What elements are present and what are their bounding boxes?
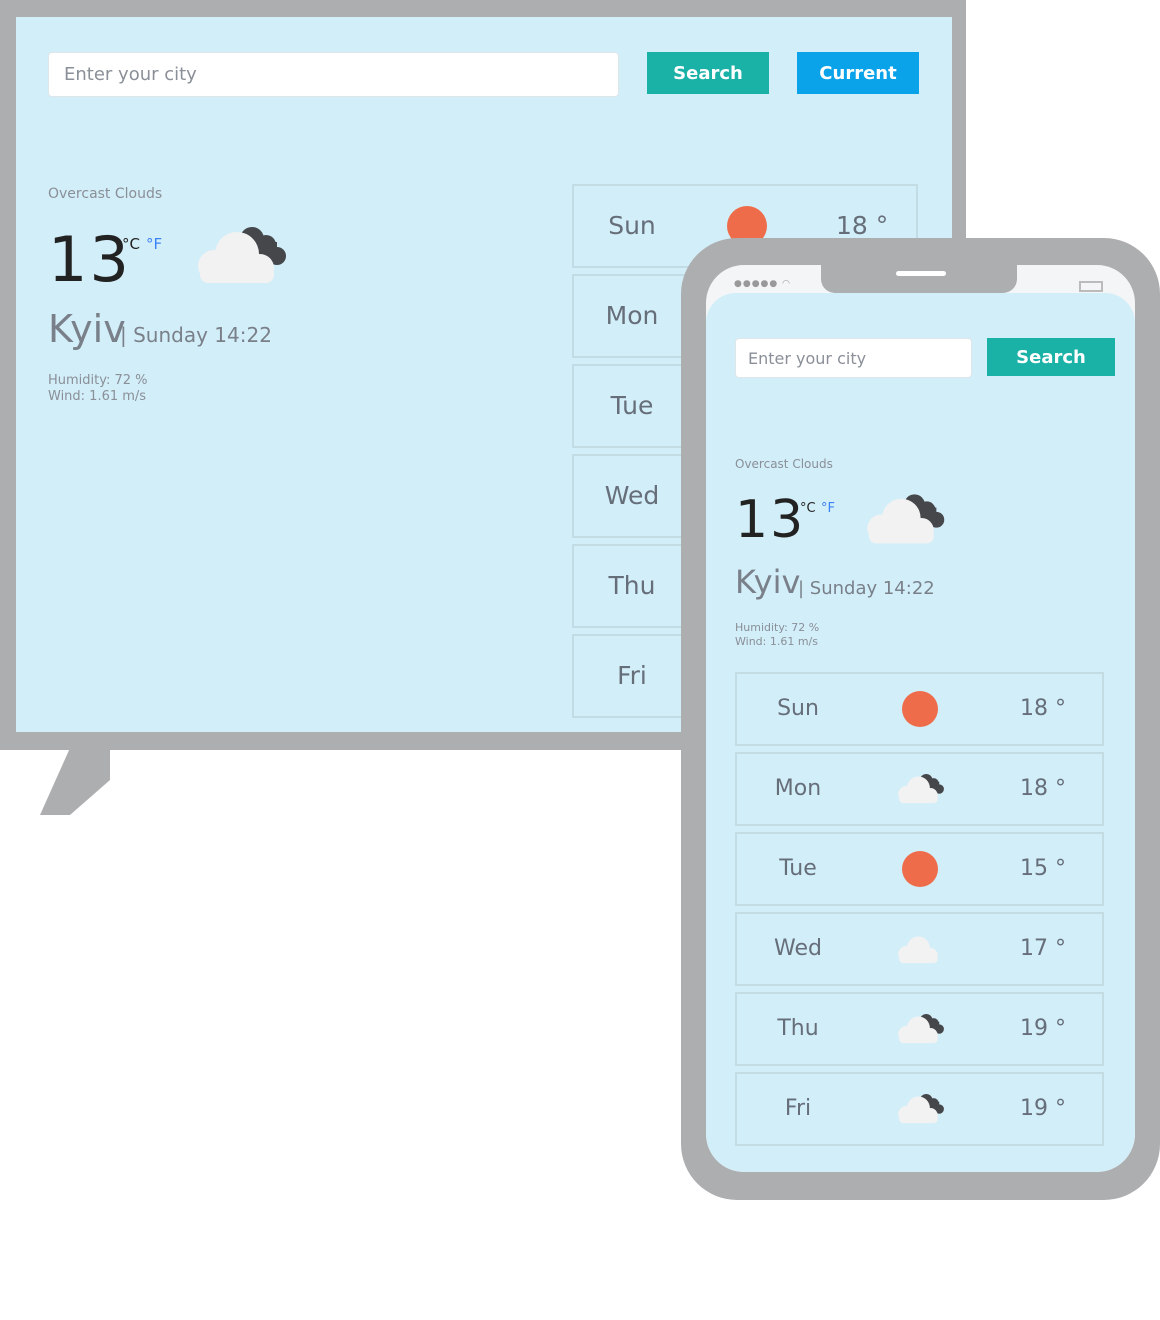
forecast-day: Thu (777, 1015, 819, 1041)
forecast-temp: 15 ° (1020, 855, 1066, 881)
weather-description: Overcast Clouds (735, 457, 833, 471)
fahrenheit-toggle[interactable]: °F (146, 235, 162, 253)
city-name: Kyiv (48, 307, 126, 351)
cloud-icon (894, 931, 946, 965)
search-placeholder: Enter your city (64, 64, 197, 85)
current-temperature: 13 (48, 223, 131, 296)
forecast-day: Wed (604, 480, 660, 510)
forecast-row-thu: Thu 19 ° (735, 992, 1104, 1066)
current-temperature: 13 (735, 490, 806, 550)
search-button[interactable]: Search (647, 52, 769, 94)
forecast-day: Mon (605, 300, 659, 330)
forecast-temp: 19 ° (1020, 1015, 1066, 1041)
signal-icon: ●●●●● ◠ (734, 279, 791, 289)
city-search-input[interactable]: Enter your city (735, 338, 972, 378)
sun-icon (902, 851, 938, 887)
search-button[interactable]: Search (987, 338, 1115, 376)
broken-clouds-icon (894, 1091, 946, 1125)
forecast-day: Wed (774, 935, 822, 961)
humidity: Humidity: 72 % (735, 621, 820, 634)
city-search-input[interactable]: Enter your city (48, 52, 619, 97)
forecast-day: Fri (784, 1095, 812, 1121)
forecast-temp: 17 ° (1020, 935, 1066, 961)
broken-clouds-icon (894, 1011, 946, 1045)
battery-icon (1079, 281, 1103, 292)
forecast-day: Tue (610, 390, 654, 420)
search-placeholder: Enter your city (748, 348, 867, 368)
forecast-day: Mon (774, 775, 822, 801)
mobile-phone: ●●●●● ◠ Enter your city Search Overcast … (681, 238, 1160, 1200)
broken-clouds-icon (190, 222, 290, 286)
weather-details: Humidity: 72 % Wind: 1.61 m/s (48, 373, 148, 406)
forecast-day: Sun (777, 695, 819, 721)
forecast-day: Thu (608, 570, 656, 600)
wind: Wind: 1.61 m/s (735, 634, 818, 648)
forecast-temp: 19 ° (1020, 1095, 1066, 1121)
current-location-button[interactable]: Current (797, 52, 919, 94)
mobile-screen: ●●●●● ◠ Enter your city Search Overcast … (706, 265, 1135, 1172)
date-time: | Sunday 14:22 (120, 323, 272, 347)
forecast-row-fri: Fri 19 ° (735, 1072, 1104, 1146)
celsius-toggle[interactable]: °C (122, 235, 140, 253)
fahrenheit-toggle[interactable]: °F (821, 501, 835, 516)
forecast-day: Fri (617, 660, 647, 690)
city-name: Kyiv (735, 563, 801, 601)
forecast-row-mon: Mon 18 ° (735, 752, 1104, 826)
celsius-toggle[interactable]: °C (800, 501, 816, 516)
forecast-temp: 18 ° (1020, 775, 1066, 801)
wind: Wind: 1.61 m/s (48, 389, 147, 405)
phone-notch (821, 265, 1017, 293)
phone-speaker (896, 271, 946, 276)
forecast-temp: 18 ° (1020, 695, 1066, 721)
forecast-row-sun: Sun 18 ° (735, 672, 1104, 746)
forecast-temp: 18 ° (836, 210, 889, 240)
forecast-row-wed: Wed 17 ° (735, 912, 1104, 986)
monitor-stand (40, 748, 110, 815)
forecast-day: Sun (608, 210, 656, 240)
forecast-row-tue: Tue 15 ° (735, 832, 1104, 906)
date-time: | Sunday 14:22 (798, 578, 935, 599)
weather-description: Overcast Clouds (48, 186, 163, 202)
broken-clouds-icon (860, 490, 948, 546)
sun-icon (902, 691, 938, 727)
weather-details: Humidity: 72 % Wind: 1.61 m/s (735, 621, 819, 649)
forecast-day: Tue (779, 855, 817, 881)
broken-clouds-icon (894, 771, 946, 805)
mobile-app: Enter your city Search Overcast Clouds 1… (706, 293, 1135, 1172)
humidity: Humidity: 72 % (48, 373, 148, 388)
